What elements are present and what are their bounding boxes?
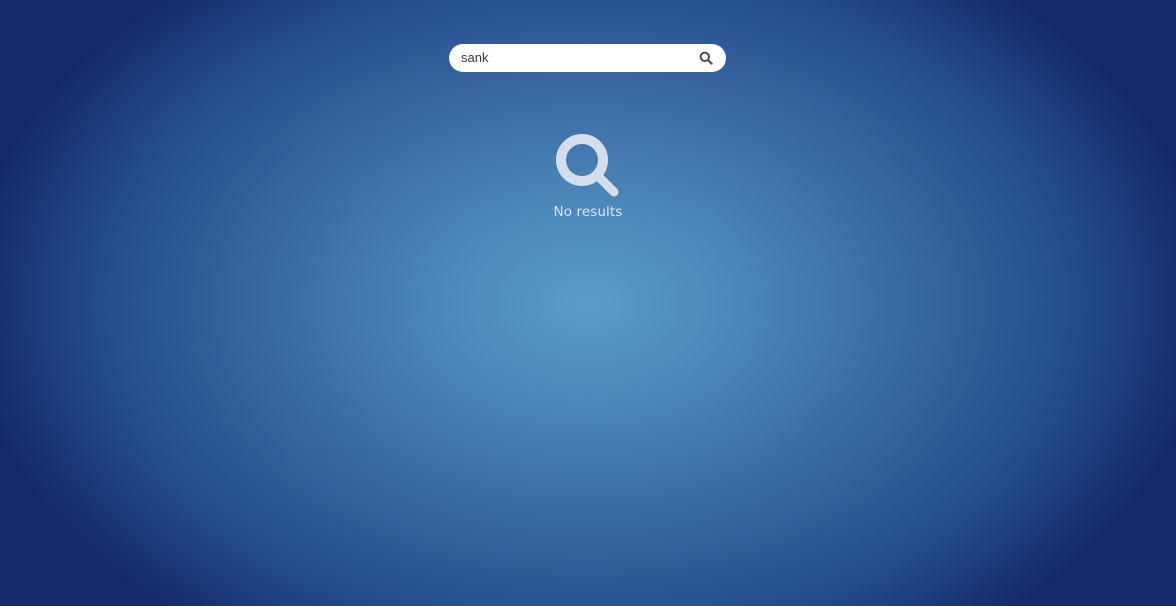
magnifier-icon xyxy=(555,132,621,198)
search-bar[interactable] xyxy=(449,44,726,72)
search-icon[interactable] xyxy=(699,51,713,65)
no-results-message: No results xyxy=(553,204,623,220)
no-results-state: No results xyxy=(488,132,688,220)
search-input[interactable] xyxy=(461,48,686,68)
